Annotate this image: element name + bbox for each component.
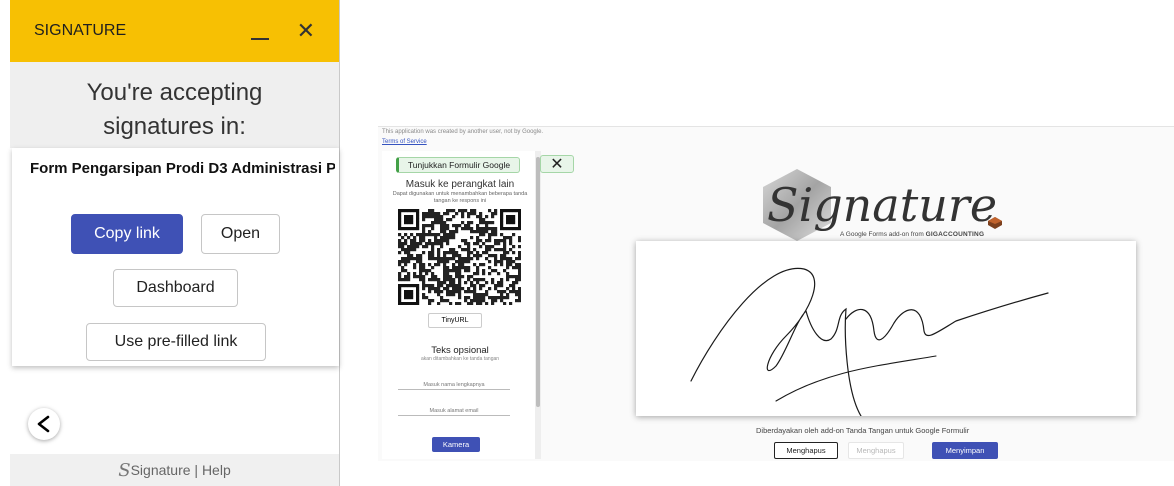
delete-disabled-button[interactable]: Menghapus <box>848 442 904 459</box>
sidebar-title: SIGNATURE <box>34 22 127 39</box>
chevron-left-icon <box>37 415 50 433</box>
scrollbar-thumb[interactable] <box>536 157 540 407</box>
powered-by-text: Diberdayakan oleh add-on Tanda Tangan un… <box>756 426 970 435</box>
signature-sidebar: SIGNATURE ✕ You're accepting signatures … <box>10 0 340 486</box>
signature-canvas[interactable] <box>636 241 1136 417</box>
form-name: Form Pengarsipan Prodi D3 Administrasi P… <box>30 160 335 177</box>
open-button[interactable]: Open <box>201 214 280 254</box>
footer-links[interactable]: Signature | Help <box>131 462 231 478</box>
minimize-icon[interactable] <box>249 20 271 42</box>
delete-button[interactable]: Menghapus <box>774 442 838 459</box>
accepting-line-2: signatures in: <box>103 113 246 140</box>
full-name-field[interactable]: Masuk nama lengkapnya <box>398 382 510 390</box>
accepting-line-1: You're accepting <box>86 79 263 106</box>
signature-logo-icon: S <box>118 459 131 481</box>
copy-link-button[interactable]: Copy link <box>71 214 183 254</box>
sidebar-header: SIGNATURE ✕ <box>10 0 339 62</box>
form-card: Form Pengarsipan Prodi D3 Administrasi P… <box>12 148 339 366</box>
optional-text-title: Teks opsional <box>431 345 489 356</box>
back-button[interactable] <box>28 408 60 440</box>
camera-button[interactable]: Kamera <box>432 437 480 452</box>
gigaccounting-logo-icon <box>988 217 1002 229</box>
email-field[interactable]: Masuk alamat email <box>398 408 510 416</box>
logo-wordmark: Signature <box>767 178 997 232</box>
close-icon[interactable]: ✕ <box>297 20 315 42</box>
sidebar-footer: S Signature | Help <box>10 454 339 486</box>
other-device-title: Masuk ke perangkat lain <box>405 179 515 190</box>
signature-preview: This application was created by another … <box>378 126 1174 461</box>
accepting-banner: You're accepting signatures in: <box>10 62 339 148</box>
addon-credit: A Google Forms add-on from GIGACCOUNTING <box>840 231 984 238</box>
signature-stroke <box>690 267 1049 417</box>
close-icon: ✕ <box>550 156 564 173</box>
addon-text: A Google Forms add-on from <box>840 231 924 238</box>
terms-link[interactable]: Terms of Service <box>382 139 427 145</box>
qr-code <box>398 209 521 305</box>
optional-text-subtitle: akan ditambahkan ke tanda tangan <box>420 356 500 362</box>
use-prefilled-link-button[interactable]: Use pre-filled link <box>86 323 266 361</box>
save-button[interactable]: Menyimpan <box>932 442 998 459</box>
addon-brand: GIGACCOUNTING <box>925 231 985 238</box>
dashboard-button[interactable]: Dashboard <box>113 269 238 307</box>
google-notice: This application was created by another … <box>382 129 544 135</box>
other-device-subtitle: Dapat digunakan untuk menambahkan bebera… <box>392 191 528 204</box>
show-google-form-button[interactable]: Tunjukkan Formulir Google <box>396 157 520 173</box>
tinyurl-button[interactable]: TinyURL <box>428 313 482 328</box>
close-panel-button[interactable]: ✕ <box>540 155 574 173</box>
